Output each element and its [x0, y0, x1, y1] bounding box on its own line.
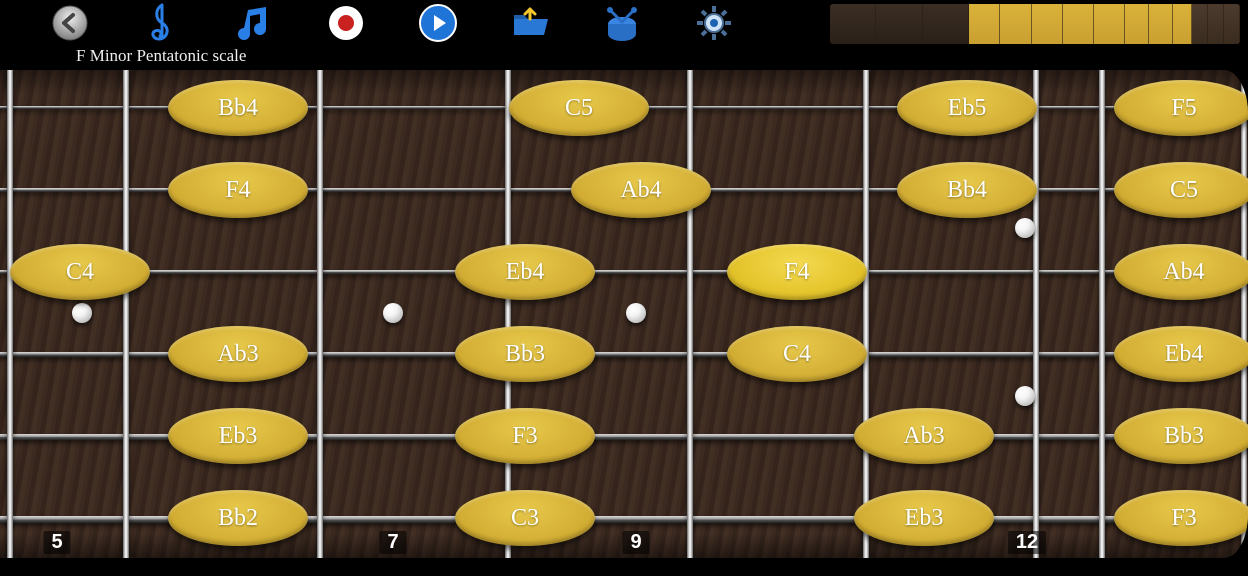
note-marker[interactable]: Eb5 [897, 80, 1037, 136]
fret-inlay-dot [1015, 386, 1035, 406]
drum-icon[interactable] [602, 3, 642, 43]
note-marker[interactable]: Eb4 [1114, 326, 1248, 382]
fretboard-minimap[interactable] [830, 4, 1240, 44]
note-marker[interactable]: Ab4 [1114, 244, 1248, 300]
note-marker[interactable]: F4 [168, 162, 308, 218]
note-marker[interactable]: F3 [1114, 490, 1248, 546]
note-marker[interactable]: Bb2 [168, 490, 308, 546]
fret-wire [687, 70, 693, 558]
back-button[interactable] [50, 3, 90, 43]
note-marker[interactable]: F5 [1114, 80, 1248, 136]
fret-wire [123, 70, 129, 558]
fret-inlay-dot [1015, 218, 1035, 238]
note-marker[interactable]: C4 [10, 244, 150, 300]
open-folder-icon[interactable] [510, 3, 550, 43]
note-marker[interactable]: Bb3 [1114, 408, 1248, 464]
scale-name-text: F Minor Pentatonic scale [76, 46, 246, 66]
fret-inlay-dot [383, 303, 403, 323]
toolbar [0, 0, 1248, 46]
note-marker[interactable]: C3 [455, 490, 595, 546]
note-marker[interactable]: Bb4 [897, 162, 1037, 218]
note-marker[interactable]: C5 [1114, 162, 1248, 218]
fret-number-label: 9 [622, 531, 649, 554]
fret-wire [1033, 70, 1039, 558]
fret-wire [317, 70, 323, 558]
note-marker[interactable]: Bb3 [455, 326, 595, 382]
play-button[interactable] [418, 3, 458, 43]
fret-wire [505, 70, 511, 558]
fret-wire [1241, 70, 1247, 558]
note-marker[interactable]: C4 [727, 326, 867, 382]
note-marker[interactable]: Eb3 [168, 408, 308, 464]
fret-wire [7, 70, 13, 558]
music-note-icon[interactable] [234, 3, 274, 43]
note-marker[interactable]: Eb4 [455, 244, 595, 300]
note-marker[interactable]: Ab3 [168, 326, 308, 382]
note-marker[interactable]: Eb3 [854, 490, 994, 546]
record-button[interactable] [326, 3, 366, 43]
note-marker[interactable]: Bb4 [168, 80, 308, 136]
treble-clef-icon[interactable] [142, 3, 182, 43]
note-marker[interactable]: C5 [509, 80, 649, 136]
settings-gear-icon[interactable] [694, 3, 734, 43]
note-marker[interactable]: Ab4 [571, 162, 711, 218]
note-marker[interactable]: F4 [727, 244, 867, 300]
fret-number-label: 12 [1008, 531, 1046, 554]
note-marker[interactable]: F3 [455, 408, 595, 464]
fret-inlay-dot [72, 303, 92, 323]
string-3[interactable] [0, 270, 1248, 274]
fret-inlay-dot [626, 303, 646, 323]
note-marker[interactable]: Ab3 [854, 408, 994, 464]
fret-number-label: 5 [43, 531, 70, 554]
scale-name-label: F Minor Pentatonic scale [0, 46, 1248, 70]
fret-wire [863, 70, 869, 558]
fret-number-label: 7 [379, 531, 406, 554]
fretboard[interactable]: Bb4 C5 Eb5 F5 F4 Ab4 Bb4 C5 C4 Eb4 F4 Ab4 Ab3 Bb3 C4 Eb… [0, 70, 1248, 558]
fret-wire [1099, 70, 1105, 558]
